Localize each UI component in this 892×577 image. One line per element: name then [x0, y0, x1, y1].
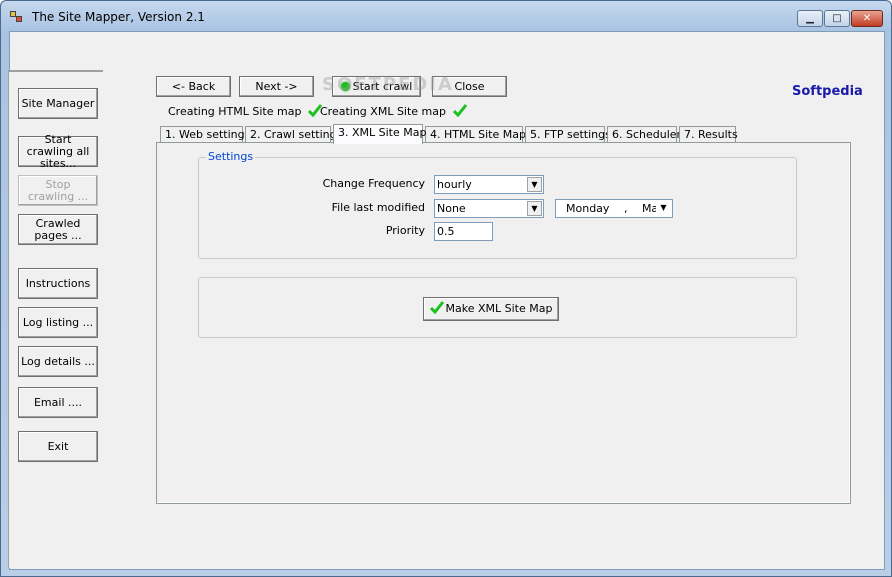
priority-input[interactable]: 0.5: [434, 222, 493, 241]
status-dot-icon: [340, 82, 350, 91]
start-crawl-button[interactable]: Start crawl: [332, 76, 421, 97]
instructions-button[interactable]: Instructions: [18, 268, 98, 299]
chevron-down-icon[interactable]: ▼: [527, 201, 542, 216]
chevron-down-icon[interactable]: ▼: [527, 177, 542, 192]
change-frequency-label: Change Frequency: [322, 177, 425, 190]
tab-ftp-settings[interactable]: 5. FTP settings: [525, 126, 611, 143]
tab-web-settings[interactable]: 1. Web settings: [160, 126, 250, 143]
minimize-button[interactable]: ▁: [797, 10, 823, 27]
maximize-button[interactable]: □: [824, 10, 850, 27]
next-button[interactable]: Next ->: [239, 76, 314, 97]
date-day: Monday: [566, 202, 610, 215]
tab-html-site-map[interactable]: 4. HTML Site Map: [425, 126, 526, 143]
make-xml-site-map-label: Make XML Site Map: [445, 302, 553, 315]
back-button[interactable]: <- Back: [156, 76, 231, 97]
log-listing-button[interactable]: Log listing ...: [18, 307, 98, 338]
checkmark-icon: [429, 301, 444, 314]
brand-label: Softpedia: [792, 84, 863, 99]
close-button[interactable]: Close: [432, 76, 507, 97]
checkmark-icon: [452, 104, 467, 117]
stop-crawling-button[interactable]: Stop crawling ...: [18, 175, 98, 206]
date-separator: ,: [623, 202, 628, 215]
file-last-modified-label: File last modified: [331, 201, 425, 214]
start-crawl-label: Start crawl: [352, 80, 413, 93]
close-window-button[interactable]: ✕: [851, 10, 883, 27]
change-frequency-value: hourly: [437, 178, 472, 191]
tab-xml-site-map[interactable]: 3. XML Site Map: [333, 124, 426, 144]
priority-label: Priority: [385, 224, 425, 237]
window-title: The Site Mapper, Version 2.1: [32, 10, 205, 24]
date-picker[interactable]: Monday , Marc ▼: [555, 199, 673, 218]
log-details-button[interactable]: Log details ...: [18, 346, 98, 377]
xml-map-status-label: Creating XML Site map: [320, 105, 446, 118]
html-map-status-label: Creating HTML Site map: [168, 105, 302, 118]
file-last-modified-value: None: [437, 202, 466, 215]
chevron-down-icon[interactable]: ▼: [656, 201, 671, 216]
start-crawling-button[interactable]: Start crawling all sites...: [18, 133, 98, 169]
crawled-pages-button[interactable]: Crawled pages ...: [18, 214, 98, 245]
change-frequency-select[interactable]: hourly ▼: [434, 175, 544, 194]
html-map-status: Creating HTML Site map: [168, 104, 322, 118]
email-button[interactable]: Email ....: [18, 387, 98, 418]
make-xml-site-map-button[interactable]: Make XML Site Map: [423, 297, 559, 321]
site-manager-button[interactable]: Site Manager: [18, 88, 98, 119]
title-bar[interactable]: The Site Mapper, Version 2.1 ▁ □ ✕: [1, 1, 891, 31]
exit-button[interactable]: Exit: [18, 431, 98, 462]
tab-scheduler[interactable]: 6. Scheduler: [607, 126, 681, 143]
tab-results[interactable]: 7. Results: [679, 126, 738, 143]
xml-map-status: Creating XML Site map: [320, 104, 467, 118]
tab-crawl-settings[interactable]: 2. Crawl settings: [245, 126, 342, 143]
settings-group-label: Settings: [206, 150, 256, 163]
file-last-modified-select[interactable]: None ▼: [434, 199, 544, 218]
app-icon: [10, 10, 24, 24]
